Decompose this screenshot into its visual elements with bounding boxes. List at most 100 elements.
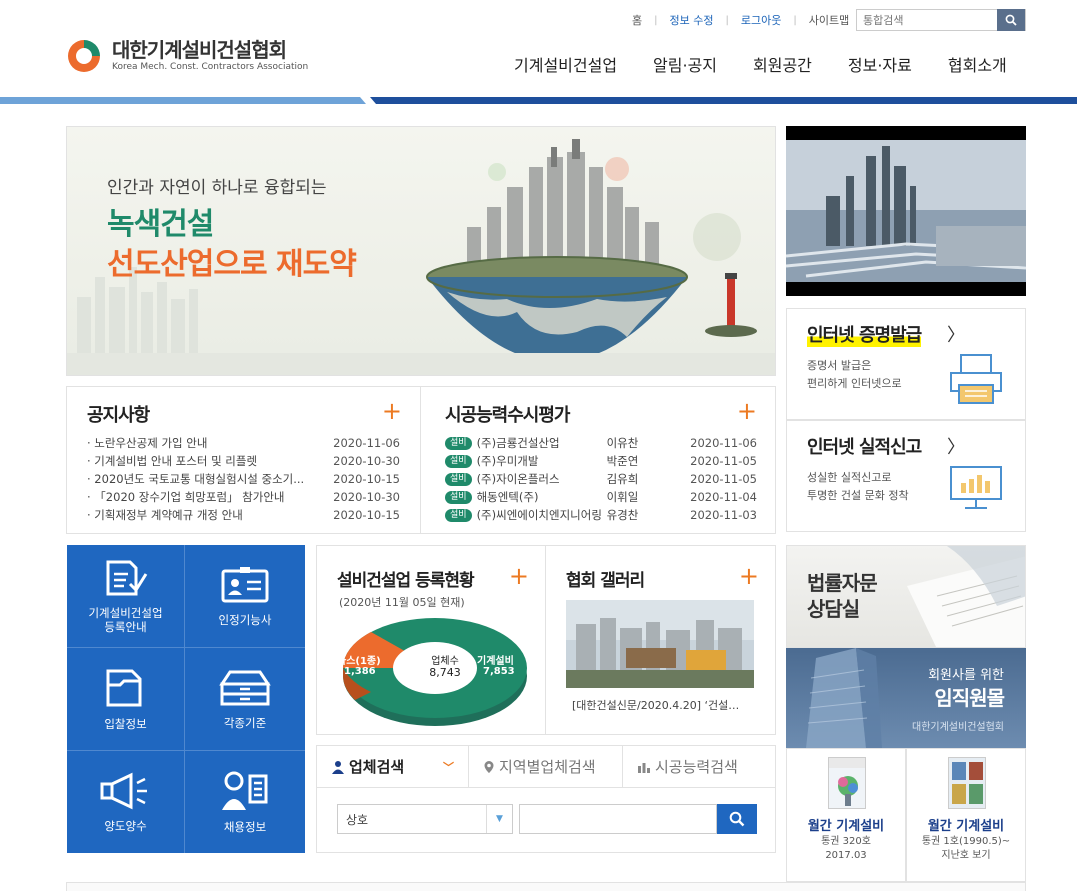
donut-center-label: 업체수: [431, 656, 459, 667]
list-item[interactable]: · 「2020 장수기업 희망포럼」 참가안내 2020-10-30: [87, 488, 400, 506]
quick-transfer[interactable]: 양도양수: [67, 751, 185, 853]
person-list-icon: [222, 771, 268, 810]
tab-capability-search[interactable]: 시공능력검색: [623, 746, 752, 787]
search-tabs: 업체검색 ﹀ 지역별업체검색 시공능력검색: [317, 746, 775, 788]
quick-bid-info[interactable]: 입찰정보: [67, 648, 185, 751]
legal-consult-banner[interactable]: 법률자문 상담실: [786, 545, 1026, 648]
internet-performance-card[interactable]: 인터넷 실적신고 〉 성실한 실적신고로 투명한 건설 문화 정착: [786, 420, 1026, 532]
magazine-cover: [948, 757, 986, 809]
list-item[interactable]: 설비 (주)금룡건설산업 이유찬 2020-11-06: [445, 434, 757, 452]
banner-slogan-line1: 인간과 자연이 하나로 융합되는: [107, 178, 327, 198]
global-search: [856, 9, 1026, 31]
list-item[interactable]: 설비 해동엔텍(주) 이휘일 2020-11-04: [445, 488, 757, 506]
nav-item-members[interactable]: 회원공간: [753, 52, 812, 76]
quick-registration-guide[interactable]: 기계설비건설업 등록안내: [67, 545, 185, 648]
bar-chart-icon: [638, 762, 650, 773]
list-item[interactable]: · 2020년도 국토교통 대형실험시설 중소기... 2020-10-15: [87, 470, 400, 488]
mall-org: 대한기계설비건설협회: [912, 722, 1004, 733]
chevron-right-icon: 〉: [947, 437, 965, 458]
gallery-photo[interactable]: [566, 600, 754, 688]
notice-more-icon[interactable]: +: [382, 399, 402, 423]
document-check-icon: [106, 560, 147, 596]
association-logo-icon: [68, 40, 100, 72]
edit-info-link[interactable]: 정보 수정: [658, 12, 726, 28]
logo-english-name: Korea Mech. Const. Contractors Associati…: [112, 62, 309, 72]
global-search-button[interactable]: [997, 9, 1025, 31]
quick-certified-technician[interactable]: 인정기능사: [185, 545, 305, 648]
status-title: 설비건설업 등록현황: [337, 571, 475, 591]
employee-mall-banner[interactable]: 회원사를 위한 임직원몰 대한기계설비건설협회: [786, 648, 1026, 748]
evaluation-list: 설비 (주)금룡건설산업 이유찬 2020-11-06 설비 (주)우미개발 박준연 202…: [445, 434, 757, 524]
logout-link[interactable]: 로그아웃: [729, 12, 793, 28]
footer-edge: [66, 882, 1026, 891]
magazine-issue: 통권 320호 2017.03: [821, 836, 871, 861]
drawer-icon: [219, 670, 271, 706]
mall-tagline: 회원사를 위한: [928, 668, 1004, 683]
nav-item-resources[interactable]: 정보·자료: [848, 52, 912, 76]
list-item[interactable]: 설비 (주)씨엔에이치엔지니어링 유경찬 2020-11-03: [445, 506, 757, 524]
monthly-magazine-current[interactable]: 월간 기계설비 통권 320호 2017.03: [786, 748, 906, 882]
notice-title: 공지사항: [87, 405, 150, 426]
tab-regional-search[interactable]: 지역별업체검색: [469, 746, 623, 787]
plant-photo[interactable]: [786, 126, 1026, 296]
list-item[interactable]: 설비 (주)자이온플러스 김유희 2020-11-05: [445, 470, 757, 488]
performance-title: 인터넷 실적신고: [807, 437, 922, 458]
main-navigation: 기계설비건설업 알림·공지 회원공간 정보·자료 협회소개: [514, 52, 1007, 76]
utility-links: 홈 | 정보 수정 | 로그아웃 | 사이트맵: [620, 10, 861, 30]
quick-label-registration: 기계설비건설업 등록안내: [88, 606, 163, 634]
list-item[interactable]: 설비 (주)우미개발 박준연 2020-11-05: [445, 452, 757, 470]
printer-icon: [950, 354, 1002, 404]
chevron-right-icon: 〉: [947, 325, 965, 346]
quick-recruit[interactable]: 채용정보: [185, 751, 305, 853]
magazine-cover: [828, 757, 866, 809]
legal-consult-title: 법률자문 상담실: [807, 571, 878, 621]
donut-right-value: 7,853: [483, 666, 515, 677]
folder-icon: [106, 669, 141, 707]
nav-item-about[interactable]: 협회소개: [948, 52, 1007, 76]
gallery-title: 협회 갤러리: [566, 571, 645, 591]
search-type-select[interactable]: 상호 ▼: [337, 804, 513, 834]
status-date: (2020년 11월 05일 현재): [339, 596, 465, 609]
magazine-name: 월간 기계설비: [807, 819, 885, 834]
magazine-archive-image: [949, 758, 985, 808]
home-link[interactable]: 홈: [620, 12, 654, 28]
nav-item-notices[interactable]: 알림·공지: [653, 52, 717, 76]
gallery-caption[interactable]: [대한건설신문/2020.4.20] ‘건설산업 보호·지원’: [572, 697, 742, 713]
gallery-box: 협회 갤러리 + [대한건설신문/2020.4.20] ‘건설산업 보호·지원’: [546, 545, 776, 735]
category-badge: 설비: [445, 490, 472, 504]
donut-right-label: 기계설비: [477, 656, 514, 667]
main-banner[interactable]: 인간과 자연이 하나로 융합되는 녹색건설 선도산업으로 재도약: [66, 126, 776, 376]
notice-box: 공지사항 + · 노란우산공제 가입 안내 2020-11-06 · 기계설비법 …: [66, 386, 421, 534]
location-pin-icon: [484, 760, 494, 773]
search-row: 상호 ▼: [337, 804, 757, 834]
quick-standards[interactable]: 각종기준: [185, 648, 305, 751]
list-item[interactable]: · 기계설비법 안내 포스터 및 리플렛 2020-10-30: [87, 452, 400, 470]
sitemap-link[interactable]: 사이트맵: [797, 12, 861, 28]
quick-label-transfer: 양도양수: [104, 819, 147, 833]
status-more-icon[interactable]: +: [509, 564, 529, 588]
monthly-magazine-archive[interactable]: 월간 기계설비 통권 1호(1990.5)~ 지난호 보기: [906, 748, 1026, 882]
company-search-input[interactable]: [519, 804, 717, 834]
gallery-more-icon[interactable]: +: [739, 564, 759, 588]
category-badge: 설비: [445, 508, 472, 522]
category-badge: 설비: [445, 454, 472, 468]
evaluation-title: 시공능력수시평가: [445, 405, 570, 426]
notice-list: · 노란우산공제 가입 안내 2020-11-06 · 기계설비법 안내 포스터 …: [87, 434, 400, 524]
registration-status-box: 설비건설업 등록현황 + (2020년 11월 05일 현재) 업체수 8,74…: [316, 545, 546, 735]
company-search-panel: 업체검색 ﹀ 지역별업체검색 시공능력검색 상호 ▼: [316, 745, 776, 853]
tab-company-search[interactable]: 업체검색 ﹀: [317, 746, 469, 787]
evaluation-more-icon[interactable]: +: [737, 399, 757, 423]
quick-menu-grid: 기계설비건설업 등록안내 인정기능사 입찰정보 각종기준 양도양수 채용정보: [67, 545, 305, 853]
list-item[interactable]: · 기획재정부 계약예규 개정 안내 2020-10-15: [87, 506, 400, 524]
magazine-issue: 통권 1호(1990.5)~ 지난호 보기: [921, 836, 1011, 861]
list-item[interactable]: · 노란우산공제 가입 안내 2020-11-06: [87, 434, 400, 452]
internet-certificate-card[interactable]: 인터넷 증명발급 〉 증명서 발급은 편리하게 인터넷으로: [786, 308, 1026, 420]
site-logo[interactable]: 대한기계설비건설협회 Korea Mech. Const. Contractor…: [66, 38, 308, 74]
banner-slogan-line2: 녹색건설: [107, 207, 214, 242]
donut-left-value: 1,386: [344, 666, 376, 677]
header-accent-bar: [0, 97, 1077, 104]
nav-item-mech-construction[interactable]: 기계설비건설업: [514, 52, 617, 76]
search-icon: [729, 811, 745, 827]
company-search-button[interactable]: [717, 804, 757, 834]
global-search-input[interactable]: [857, 10, 997, 30]
